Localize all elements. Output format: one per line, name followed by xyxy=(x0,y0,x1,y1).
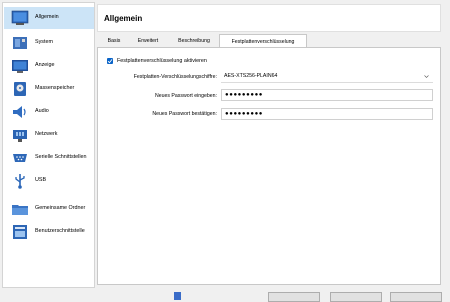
cipher-label: Festplatten-Verschlüsselungschiffre: xyxy=(133,74,217,80)
cipher-value: AES-XTS256-PLAIN64 xyxy=(224,73,278,79)
sidebar-item-label: Benutzerschnittstelle xyxy=(35,228,85,234)
dialog-button-2[interactable] xyxy=(330,292,382,302)
storage-icon xyxy=(14,82,26,96)
sidebar-item-general[interactable]: Allgemein xyxy=(4,7,94,29)
checkmark-icon xyxy=(107,59,113,64)
sidebar-item-audio[interactable]: Audio xyxy=(4,101,94,123)
sidebar-item-display[interactable]: Anzeige xyxy=(4,55,94,77)
audio-icon xyxy=(13,106,26,118)
shared-folders-icon xyxy=(12,205,28,215)
sidebar-item-network[interactable]: Netzwerk xyxy=(4,124,94,146)
confirm-password-field[interactable]: ●●●●●●●●● xyxy=(221,108,433,120)
network-icon xyxy=(13,130,27,142)
new-password-field[interactable]: ●●●●●●●●● xyxy=(221,89,433,101)
dialog-button-3[interactable] xyxy=(390,292,442,302)
sidebar-item-label: Serielle Schnittstellen xyxy=(35,154,87,160)
page-header: Allgemein xyxy=(97,4,441,32)
sidebar-item-label: System xyxy=(35,39,53,45)
tab-disk-encryption[interactable]: Festplattenverschlüsselung xyxy=(219,34,307,48)
sidebar-item-label: Gemeinsame Ordner xyxy=(35,205,86,211)
confirm-password-value: ●●●●●●●●● xyxy=(225,111,264,117)
general-icon xyxy=(11,10,29,25)
dialog-button-1[interactable] xyxy=(268,292,320,302)
page-title: Allgemein xyxy=(104,14,143,23)
sidebar-item-storage[interactable]: Massenspeicher xyxy=(4,78,94,100)
sidebar-item-label: Audio xyxy=(35,108,49,114)
sidebar-item-serial-ports[interactable]: Serielle Schnittstellen xyxy=(4,147,94,169)
status-icon xyxy=(174,292,181,300)
sidebar-item-label: USB xyxy=(35,177,47,183)
new-password-label: Neues Passwort eingeben: xyxy=(155,93,217,99)
sidebar-item-system[interactable]: System xyxy=(4,32,94,54)
tab-description[interactable]: Beschreibung xyxy=(173,35,215,46)
confirm-password-label: Neues Passwort bestätigen: xyxy=(152,111,217,117)
usb-icon xyxy=(15,174,25,189)
sidebar-item-user-interface[interactable]: Benutzerschnittstelle xyxy=(4,221,94,243)
chevron-down-icon xyxy=(424,75,429,78)
sidebar-item-label: Allgemein xyxy=(35,14,59,20)
user-interface-icon xyxy=(13,225,27,239)
sidebar-item-label: Netzwerk xyxy=(35,131,58,137)
new-password-value: ●●●●●●●●● xyxy=(225,92,264,98)
sidebar-item-shared-folders[interactable]: Gemeinsame Ordner xyxy=(4,198,94,220)
enable-encryption-label: Festplattenverschlüsselung aktivieren xyxy=(117,58,207,64)
display-icon xyxy=(12,60,28,73)
sidebar-item-label: Anzeige xyxy=(35,62,55,68)
tab-bar: Basis Erweitert Beschreibung Festplatten… xyxy=(97,34,441,48)
disk-encryption-panel: Festplattenverschlüsselung aktivieren Fe… xyxy=(97,47,441,285)
tab-advanced[interactable]: Erweitert xyxy=(131,35,165,46)
serial-ports-icon xyxy=(13,154,27,162)
settings-sidebar: Allgemein System Anzeige Massenspeicher … xyxy=(2,2,95,288)
system-icon xyxy=(13,37,27,49)
tab-basic[interactable]: Basis xyxy=(101,35,127,46)
cipher-select[interactable]: AES-XTS256-PLAIN64 xyxy=(221,71,433,83)
sidebar-item-usb[interactable]: USB xyxy=(4,170,94,192)
sidebar-item-label: Massenspeicher xyxy=(35,85,75,91)
enable-encryption-checkbox[interactable] xyxy=(107,58,113,64)
